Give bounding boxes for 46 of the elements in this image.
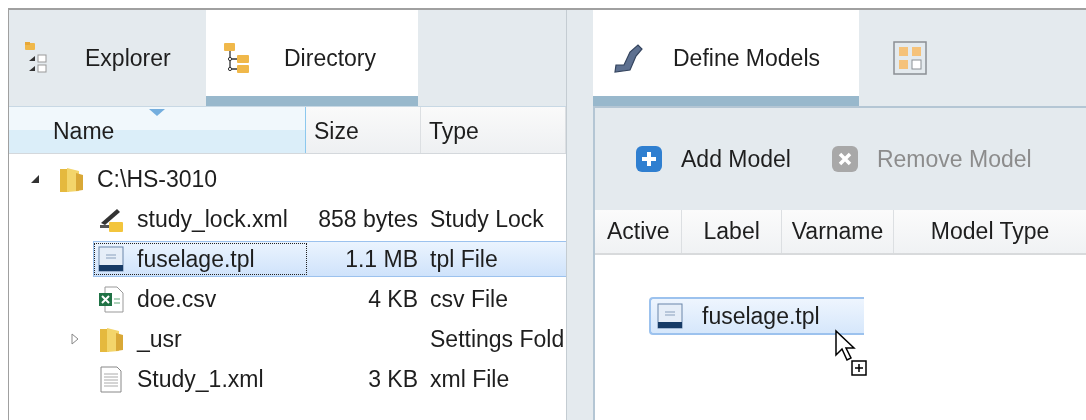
sort-arrow-icon	[149, 109, 165, 116]
file-name: study_lock.xml	[137, 205, 288, 233]
column-header[interactable]: Type	[421, 107, 566, 153]
tree-row[interactable]: fuselage.tpl 1.1 MB tpl File	[93, 241, 566, 277]
template-file-icon	[656, 302, 684, 330]
file-size: 4 KB	[368, 285, 418, 312]
file-name: _usr	[137, 325, 182, 353]
file-type: xml File	[430, 365, 510, 392]
file-size: 858 bytes	[318, 205, 418, 232]
tab[interactable]: Explorer	[9, 10, 206, 106]
column-header[interactable]: Label	[682, 210, 782, 253]
file-size: 1.1 MB	[345, 245, 418, 272]
tree-row[interactable]: C:\HS-3010	[53, 161, 566, 197]
plus-icon	[635, 145, 663, 173]
file-type: csv File	[430, 285, 508, 312]
copy-cursor-icon	[834, 329, 868, 377]
grid-icon	[893, 41, 927, 75]
template-file-icon	[97, 245, 125, 273]
tree-row[interactable]: Study_1.xml 3 KB xml File	[93, 361, 566, 397]
column-header[interactable]: Active	[595, 210, 683, 253]
close-icon	[830, 145, 859, 173]
file-type: Settings Fold	[430, 325, 565, 352]
folder-icon	[57, 165, 85, 193]
file-type: tpl File	[430, 245, 498, 272]
drag-item: fuselage.tpl	[649, 297, 864, 335]
tree-row[interactable]: _usr Settings Fold	[93, 321, 566, 357]
column-header[interactable]: Varname	[781, 210, 895, 253]
expand-arrow-icon[interactable]	[69, 333, 81, 345]
file-size: 3 KB	[368, 365, 418, 392]
column-header[interactable]: Name	[9, 107, 306, 153]
file-name: Study_1.xml	[137, 365, 264, 393]
tab[interactable]: Directory	[206, 10, 418, 106]
spreadsheet-icon	[97, 285, 125, 313]
column-header[interactable]: Model Type	[894, 210, 1086, 253]
column-header[interactable]: Size	[306, 107, 421, 153]
tree-row[interactable]: study_lock.xml 858 bytes Study Lock	[93, 201, 566, 237]
collapse-arrow-icon[interactable]	[29, 173, 41, 185]
tab[interactable]: Define Models	[593, 10, 859, 106]
file-name: fuselage.tpl	[137, 245, 255, 273]
text-file-icon	[97, 365, 125, 393]
file-name: C:\HS-3010	[97, 165, 218, 193]
file-name: doe.csv	[137, 285, 217, 313]
file-type: Study Lock	[430, 205, 544, 232]
add-button[interactable]: Add Model	[635, 145, 791, 173]
tree-row[interactable]: doe.csv 4 KB csv File	[93, 281, 566, 317]
folder-icon	[97, 325, 125, 353]
